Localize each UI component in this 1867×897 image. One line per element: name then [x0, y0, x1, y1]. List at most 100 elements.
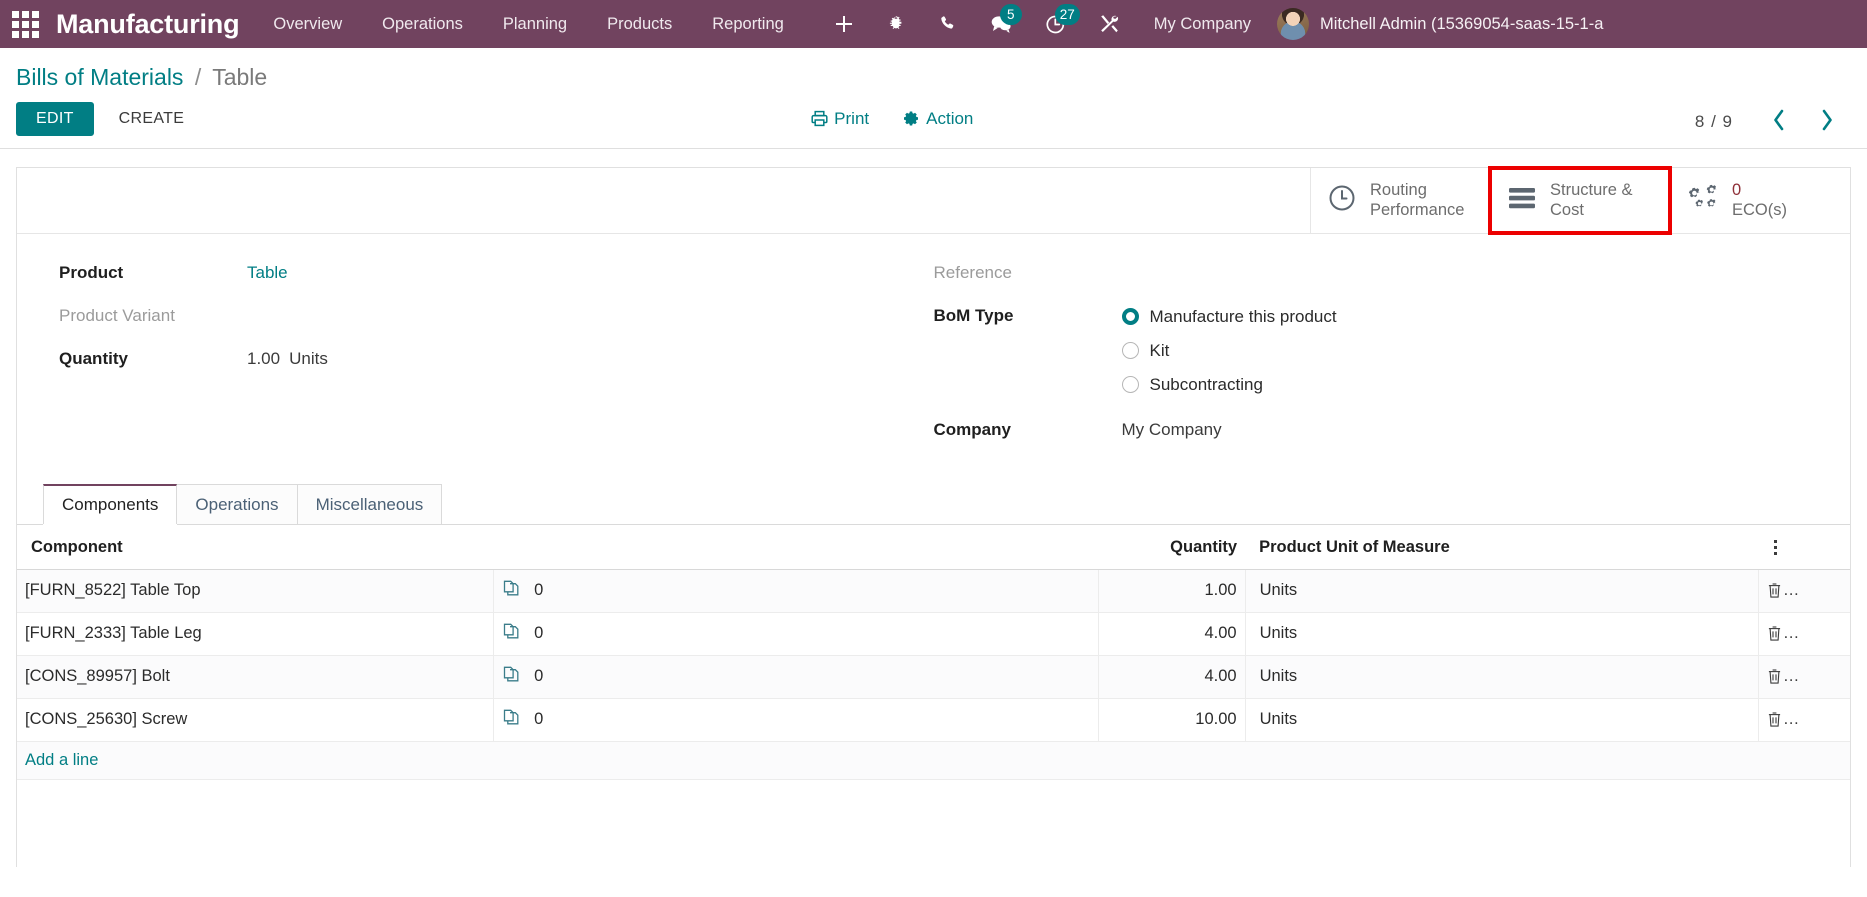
app-brand-manufacturing[interactable]: Manufacturing — [48, 9, 253, 40]
cell-uom[interactable]: Units — [1245, 655, 1759, 699]
tab-operations[interactable]: Operations — [176, 483, 298, 524]
field-product-value[interactable]: Table — [247, 262, 288, 283]
table-row[interactable]: [CONS_25630] Screw 0 10.00 Units … — [17, 698, 1850, 742]
menu-item-reporting[interactable]: Reporting — [692, 0, 804, 48]
menu-item-products[interactable]: Products — [587, 0, 692, 48]
breadcrumb-item-current: Table — [212, 64, 268, 90]
cell-delete[interactable]: … — [1758, 612, 1850, 656]
cell-attachments[interactable]: 0 — [493, 569, 1099, 613]
cell-uom[interactable]: Units — [1245, 698, 1759, 742]
chat-icon[interactable]: 5 — [974, 0, 1029, 48]
pager-next-button[interactable] — [1803, 107, 1851, 137]
cell-quantity[interactable]: 4.00 — [1098, 612, 1246, 656]
menu-item-planning[interactable]: Planning — [483, 0, 587, 48]
radio-label: Subcontracting — [1149, 374, 1263, 394]
bug-icon[interactable] — [870, 0, 922, 48]
radio-kit[interactable]: Kit — [1121, 341, 1337, 361]
tab-components[interactable]: Components — [43, 483, 178, 524]
table-row[interactable]: [FURN_8522] Table Top 0 1.00 Units … — [17, 569, 1850, 613]
column-header-uom[interactable]: Product Unit of Measure — [1245, 524, 1759, 570]
trash-icon[interactable] — [1767, 711, 1782, 728]
optional-columns-icon[interactable] — [1758, 524, 1850, 570]
cell-uom[interactable]: Units — [1245, 612, 1759, 656]
radio-mark-icon — [1121, 376, 1139, 394]
print-label: Print — [834, 108, 870, 128]
cell-quantity[interactable]: 10.00 — [1098, 698, 1246, 742]
pager-previous-button[interactable] — [1755, 107, 1803, 137]
cell-attachments[interactable]: 0 — [493, 698, 1099, 742]
column-header-component[interactable]: Component — [17, 524, 494, 570]
trash-icon[interactable] — [1767, 625, 1782, 642]
stat-button-routing-performance[interactable]: Routing Performance — [1310, 167, 1490, 233]
delete-ellipsis: … — [1782, 581, 1800, 600]
cell-component[interactable]: [CONS_89957] Bolt — [17, 655, 495, 699]
duplicate-pages-icon[interactable] — [502, 622, 521, 646]
stat-button-label: 0 ECO(s) — [1732, 181, 1787, 220]
cell-quantity[interactable]: 1.00 — [1098, 569, 1246, 613]
user-menu[interactable]: Mitchell Admin (15369054-saas-15-1-a — [1269, 8, 1611, 40]
trash-icon[interactable] — [1767, 582, 1782, 599]
clock-icon — [1327, 183, 1357, 218]
notebook: Components Operations Miscellaneous Comp… — [17, 483, 1850, 780]
edit-button[interactable]: EDIT — [16, 101, 94, 136]
cell-component[interactable]: [CONS_25630] Screw — [17, 698, 495, 742]
stat-button-structure-and-cost[interactable]: Structure & Cost — [1488, 165, 1672, 235]
field-company-label: Company — [933, 419, 1011, 439]
radio-manufacture-this-product[interactable]: Manufacture this product — [1121, 307, 1337, 327]
breadcrumb-item-bills-of-materials[interactable]: Bills of Materials — [16, 64, 183, 90]
cell-attachments[interactable]: 0 — [493, 612, 1099, 656]
notebook-tabs: Components Operations Miscellaneous — [17, 483, 1850, 525]
components-table-body: [FURN_8522] Table Top 0 1.00 Units … [FU… — [17, 569, 1850, 780]
action-label: Action — [926, 108, 974, 128]
phone-icon[interactable] — [922, 0, 974, 48]
print-button[interactable]: Print — [811, 109, 869, 129]
avatar — [1277, 8, 1309, 40]
cell-delete[interactable]: … — [1758, 655, 1850, 699]
apps-grid-icon[interactable] — [8, 9, 42, 39]
field-reference: Reference — [934, 262, 1779, 288]
cell-component[interactable]: [FURN_2333] Table Leg — [17, 612, 495, 656]
breadcrumb: Bills of Materials / Table — [0, 48, 1867, 96]
tools-icon[interactable] — [1082, 0, 1136, 48]
cell-delete[interactable]: … — [1758, 569, 1850, 613]
radio-subcontracting[interactable]: Subcontracting — [1121, 374, 1337, 395]
stat-button-ecos[interactable]: 0 ECO(s) — [1670, 167, 1850, 233]
add-a-line-link[interactable]: Add a line — [25, 751, 98, 769]
field-reference-label: Reference — [933, 262, 1012, 282]
field-product-variant: Product Variant — [59, 305, 904, 331]
action-button[interactable]: Action — [903, 109, 973, 129]
duplicate-pages-icon[interactable] — [502, 665, 521, 689]
company-switcher[interactable]: My Company — [1136, 15, 1269, 34]
duplicate-pages-icon[interactable] — [502, 579, 521, 603]
table-row[interactable]: [FURN_2333] Table Leg 0 4.00 Units … — [17, 612, 1850, 656]
cell-uom[interactable]: Units — [1245, 569, 1759, 613]
table-row[interactable]: [CONS_89957] Bolt 0 4.00 Units … — [17, 655, 1850, 699]
activity-clock-icon[interactable]: 27 — [1029, 0, 1082, 48]
create-button[interactable]: CREATE — [102, 102, 202, 136]
tab-miscellaneous[interactable]: Miscellaneous — [296, 483, 443, 524]
delete-row-button: … — [1767, 581, 1842, 600]
trash-icon[interactable] — [1767, 668, 1782, 685]
control-panel-buttons: EDIT CREATE Print Action 8 / 9 — [0, 96, 1867, 148]
stat-button-box: Routing Performance Structure & Cost 0 E… — [17, 165, 1850, 235]
cell-attachment-count: 0 — [534, 581, 544, 600]
plus-icon[interactable] — [818, 0, 870, 48]
duplicate-pages-icon[interactable] — [502, 708, 521, 732]
add-a-line-row[interactable]: Add a line — [17, 741, 1850, 780]
delete-ellipsis: … — [1782, 624, 1800, 643]
eco-count: 0 — [1732, 181, 1742, 200]
bom-type-radio-group: Manufacture this product Kit Subcontract… — [1121, 305, 1337, 395]
field-quantity-value[interactable]: 1.00 — [247, 349, 280, 368]
menu-item-overview[interactable]: Overview — [253, 0, 362, 48]
cell-attachment-count: 0 — [534, 710, 544, 729]
cell-component[interactable]: [FURN_8522] Table Top — [17, 569, 495, 613]
menu-item-operations[interactable]: Operations — [362, 0, 483, 48]
components-table-header: Component Quantity Product Unit of Measu… — [17, 524, 1850, 570]
add-a-line-cell[interactable]: Add a line — [17, 741, 1850, 780]
column-header-quantity[interactable]: Quantity — [1098, 524, 1246, 570]
cell-quantity[interactable]: 4.00 — [1098, 655, 1246, 699]
cell-attachments[interactable]: 0 — [493, 655, 1099, 699]
components-table: Component Quantity Product Unit of Measu… — [17, 524, 1850, 780]
cell-delete[interactable]: … — [1758, 698, 1850, 742]
field-company-value[interactable]: My Company — [1122, 419, 1222, 440]
